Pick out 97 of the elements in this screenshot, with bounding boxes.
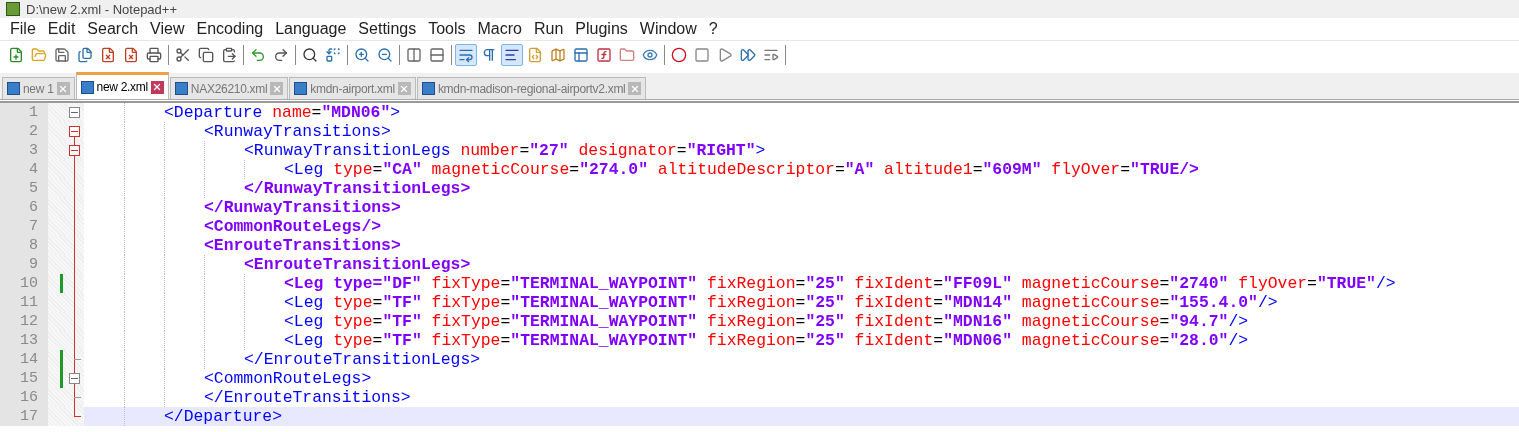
menu-item[interactable]: Encoding bbox=[190, 20, 270, 38]
fold-toggle[interactable] bbox=[69, 126, 80, 137]
line-number: 1 bbox=[0, 103, 48, 122]
line-number: 3 bbox=[0, 141, 48, 160]
close-icon bbox=[58, 83, 69, 94]
code-line: </RunwayTransitions> bbox=[204, 198, 401, 217]
code-line: </EnrouteTransitionLegs> bbox=[244, 350, 481, 369]
zoom-out-icon bbox=[377, 47, 393, 63]
close-icon bbox=[399, 83, 410, 94]
code-line: <CommonRouteLegs> bbox=[204, 369, 372, 388]
line-number: 10 bbox=[0, 274, 48, 293]
indent-guide-button[interactable] bbox=[501, 44, 523, 66]
line-number: 12 bbox=[0, 312, 48, 331]
eye-icon bbox=[642, 47, 658, 63]
code-line: <Leg type="TF" fixType="TERMINAL_WAYPOINT" fixRegion="25" fixIdent="MDN16" magneticCourse="94.7"/> bbox=[284, 312, 1249, 331]
code-line: <EnrouteTransitionLegs> bbox=[244, 255, 471, 274]
file-tab[interactable]: new 1 bbox=[2, 77, 75, 99]
document-icon bbox=[527, 47, 543, 63]
menu-item[interactable]: Plugins bbox=[569, 20, 634, 38]
code-line: </Departure> bbox=[164, 407, 283, 426]
stop-icon bbox=[694, 47, 710, 63]
zoom-in-icon bbox=[354, 47, 370, 63]
paste-icon bbox=[221, 47, 237, 63]
pilcrow-icon bbox=[481, 47, 497, 63]
copy-icon bbox=[198, 47, 214, 63]
split-panel-icon bbox=[429, 47, 445, 63]
line-number: 16 bbox=[0, 388, 48, 407]
close-all-icon bbox=[123, 47, 139, 63]
code-line: <RunwayTransitionLegs number="27" designator="RIGHT"> bbox=[244, 141, 766, 160]
code-line: </EnrouteTransitions> bbox=[204, 388, 411, 407]
app-icon bbox=[6, 2, 20, 16]
close-icon bbox=[152, 82, 163, 92]
map-icon bbox=[550, 47, 566, 63]
menu-item[interactable]: Macro bbox=[471, 20, 528, 38]
record-icon bbox=[671, 47, 687, 63]
code-line: <CommonRouteLegs/> bbox=[204, 217, 382, 236]
wrap-text-icon bbox=[458, 47, 474, 63]
folder-icon bbox=[31, 47, 47, 63]
documents-icon bbox=[573, 47, 589, 63]
line-number: 15 bbox=[0, 369, 48, 388]
search-icon bbox=[302, 47, 318, 63]
menu-item[interactable]: View bbox=[144, 20, 191, 38]
line-number: 4 bbox=[0, 160, 48, 179]
play-icon bbox=[717, 47, 733, 63]
list-icon bbox=[763, 47, 779, 63]
save-icon bbox=[54, 47, 70, 63]
undo-icon bbox=[250, 47, 266, 63]
line-number: 17 bbox=[0, 407, 48, 426]
line-number: 8 bbox=[0, 236, 48, 255]
function-list-icon bbox=[596, 47, 612, 63]
menu-item[interactable]: Language bbox=[269, 20, 353, 38]
fast-forward-icon bbox=[740, 47, 756, 63]
new-file-icon bbox=[8, 47, 24, 63]
code-line: <Leg type="TF" fixType="TERMINAL_WAYPOINT" fixRegion="25" fixIdent="MDN06" magneticCourse="28.0"/> bbox=[284, 331, 1249, 350]
redo-icon bbox=[273, 47, 289, 63]
fold-toggle[interactable] bbox=[69, 145, 80, 156]
save-all-icon bbox=[77, 47, 93, 63]
menu-item[interactable]: Tools bbox=[422, 20, 472, 38]
line-number: 6 bbox=[0, 198, 48, 217]
menu-item[interactable]: Run bbox=[528, 20, 570, 38]
code-line: <EnrouteTransitions> bbox=[204, 236, 401, 255]
file-tab[interactable]: new 2.xml bbox=[75, 72, 169, 99]
line-number: 5 bbox=[0, 179, 48, 198]
close-icon bbox=[629, 83, 640, 94]
scissors-icon bbox=[175, 47, 191, 63]
code-line: <Leg type="TF" fixType="TERMINAL_WAYPOINT" fixRegion="25" fixIdent="MDN14" magneticCourse="155.4.0"/> bbox=[284, 293, 1278, 312]
line-number: 9 bbox=[0, 255, 48, 274]
wrap-text-button[interactable] bbox=[455, 44, 477, 66]
line-number: 7 bbox=[0, 217, 48, 236]
split-panel-icon bbox=[406, 47, 422, 63]
menu-item[interactable]: Settings bbox=[352, 20, 423, 38]
line-number: 11 bbox=[0, 293, 48, 312]
file-tab[interactable]: kmdn-airport.xml bbox=[289, 77, 416, 99]
code-line: <Leg type="CA" magneticCourse="274.0" altitudeDescriptor="A" altitude1="609M" flyOver="TRUE/> bbox=[284, 160, 1199, 179]
line-number: 13 bbox=[0, 331, 48, 350]
close-file-icon bbox=[100, 47, 116, 63]
printer-icon bbox=[146, 47, 162, 63]
code-line: <Leg type="DF" fixType="TERMINAL_WAYPOINT" fixRegion="25" fixIdent="FF09L" magneticCourse="2740" flyOver="TRUE"/> bbox=[284, 274, 1396, 293]
fold-toggle[interactable] bbox=[69, 373, 80, 384]
window-title: D:\new 2.xml - Notepad++ bbox=[26, 1, 178, 17]
menu-item[interactable]: File bbox=[4, 20, 42, 38]
indent-guide-icon bbox=[504, 47, 520, 63]
close-button[interactable] bbox=[150, 80, 164, 94]
menu-item[interactable]: ? bbox=[702, 20, 724, 38]
code-line: <Departure name="MDN06"> bbox=[164, 103, 401, 122]
folder-icon bbox=[619, 47, 635, 63]
menu-item[interactable]: Search bbox=[81, 20, 145, 38]
file-tab[interactable]: NAX26210.xml bbox=[169, 77, 289, 99]
menu-item[interactable]: Edit bbox=[41, 20, 82, 38]
fold-toggle[interactable] bbox=[69, 107, 80, 118]
close-icon bbox=[271, 83, 282, 94]
line-number: 14 bbox=[0, 350, 48, 369]
code-line: </RunwayTransitionLegs> bbox=[244, 179, 471, 198]
file-tab[interactable]: kmdn-madison-regional-airportv2.xml bbox=[416, 77, 647, 99]
menu-item[interactable]: Window bbox=[633, 20, 703, 38]
line-number: 2 bbox=[0, 122, 48, 141]
code-line: <RunwayTransitions> bbox=[204, 122, 391, 141]
